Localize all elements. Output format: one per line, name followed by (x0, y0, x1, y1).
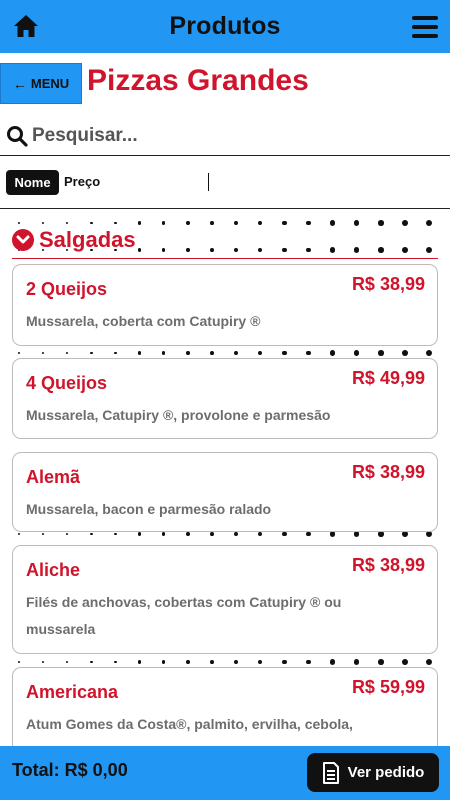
app-root: Produtos ← MENU Pizzas Grandes Nome Preç… (0, 0, 450, 800)
dot (378, 350, 384, 356)
dot (330, 531, 336, 537)
product-price: R$ 38,99 (351, 555, 425, 575)
dot (234, 659, 239, 665)
product-description: Mussarela, bacon e parmesão ralado (26, 501, 272, 517)
dot (426, 659, 432, 665)
product-price: R$ 49,99 (351, 368, 425, 388)
search-bar (0, 116, 450, 156)
dot (42, 660, 45, 664)
dot (234, 350, 239, 356)
menu-button-label: MENU (30, 76, 70, 91)
document-icon (322, 761, 339, 784)
dot (114, 351, 117, 355)
sort-by-price-button[interactable]: Preço (64, 174, 100, 189)
dot (186, 532, 190, 536)
dot (354, 659, 360, 665)
dot (66, 660, 69, 664)
product-price: R$ 38,99 (351, 462, 425, 482)
dot (18, 352, 20, 354)
dot (90, 351, 93, 355)
dot (210, 660, 214, 664)
sort-bar: Nome Preço (0, 157, 450, 209)
product-price: R$ 38,99 (351, 274, 425, 294)
product-name: 2 Queijos (26, 279, 108, 299)
dot (306, 531, 311, 537)
dot (138, 532, 142, 536)
dot (186, 660, 190, 664)
dot (282, 350, 287, 356)
dot (42, 351, 45, 355)
dot (330, 659, 336, 665)
dot (210, 532, 214, 536)
dot (258, 350, 263, 356)
product-description: Mussarela, coberta com Catupiry ® (26, 313, 261, 329)
dot (426, 350, 432, 356)
search-input[interactable] (32, 124, 412, 147)
chevron-down-circle-icon (12, 228, 34, 251)
product-name: Aliche (26, 560, 81, 580)
dot (42, 532, 45, 536)
dot (162, 351, 166, 355)
dot (210, 351, 214, 355)
view-order-button[interactable]: Ver pedido (307, 753, 439, 792)
dot (18, 661, 20, 663)
dot (114, 660, 117, 664)
dot (402, 659, 408, 665)
dot (138, 660, 142, 664)
dot (66, 532, 69, 536)
dot (306, 350, 311, 356)
dot (90, 532, 93, 536)
dot (306, 659, 311, 665)
sort-by-name-button[interactable]: Nome (6, 170, 59, 195)
dot (330, 350, 336, 356)
product-name: 4 Queijos (26, 373, 108, 393)
product-name: Americana (26, 682, 119, 702)
product-card[interactable]: 4 Queijos R$ 49,99 Mussarela, Catupiry ®… (12, 358, 438, 439)
dot (282, 659, 287, 665)
dot (90, 660, 93, 664)
dot-decoration (10, 659, 440, 665)
category-page-title: Pizzas Grandes (87, 64, 309, 97)
product-card[interactable]: Alemã R$ 38,99 Mussarela, bacon e parmes… (12, 452, 438, 532)
dot (354, 350, 360, 356)
dot (186, 351, 190, 355)
product-card[interactable]: 2 Queijos R$ 38,99 Mussarela, coberta co… (12, 264, 438, 346)
dot (378, 531, 384, 537)
dot (234, 531, 239, 537)
dot (282, 531, 287, 537)
menu-back-button[interactable]: ← MENU (0, 63, 82, 104)
arrow-left-icon: ← (12, 75, 27, 92)
order-total: Total: R$ 0,00 (12, 760, 128, 780)
footer-bar: Total: R$ 0,00 Ver pedido (0, 746, 450, 800)
product-card[interactable]: Aliche R$ 38,99 Filés de anchovas, cober… (12, 545, 438, 654)
dot (138, 351, 142, 355)
dot (162, 660, 166, 664)
dot (114, 532, 117, 536)
text-cursor (208, 173, 209, 191)
dot (162, 532, 166, 536)
dot (402, 350, 408, 356)
hamburger-icon[interactable] (412, 16, 438, 38)
page-header-title: Produtos (169, 12, 281, 40)
view-order-label: Ver pedido (347, 764, 425, 781)
dot (258, 659, 263, 665)
search-icon (7, 125, 28, 147)
subheader: ← MENU Pizzas Grandes (0, 62, 450, 106)
dot (354, 531, 360, 537)
dot (66, 351, 69, 355)
dot (258, 531, 263, 537)
dot (18, 533, 20, 535)
category-label: Salgadas (39, 226, 136, 252)
dot-decoration (10, 350, 440, 356)
category-header[interactable]: Salgadas (12, 221, 438, 259)
product-description: Filés de anchovas, cobertas com Catupiry… (26, 594, 342, 637)
dot (378, 659, 384, 665)
home-icon[interactable] (12, 13, 40, 39)
product-description: Mussarela, Catupiry ®, provolone e parme… (26, 407, 331, 423)
product-price: R$ 59,99 (351, 677, 425, 697)
product-name: Alemã (26, 467, 81, 487)
top-bar: Produtos (0, 0, 450, 53)
